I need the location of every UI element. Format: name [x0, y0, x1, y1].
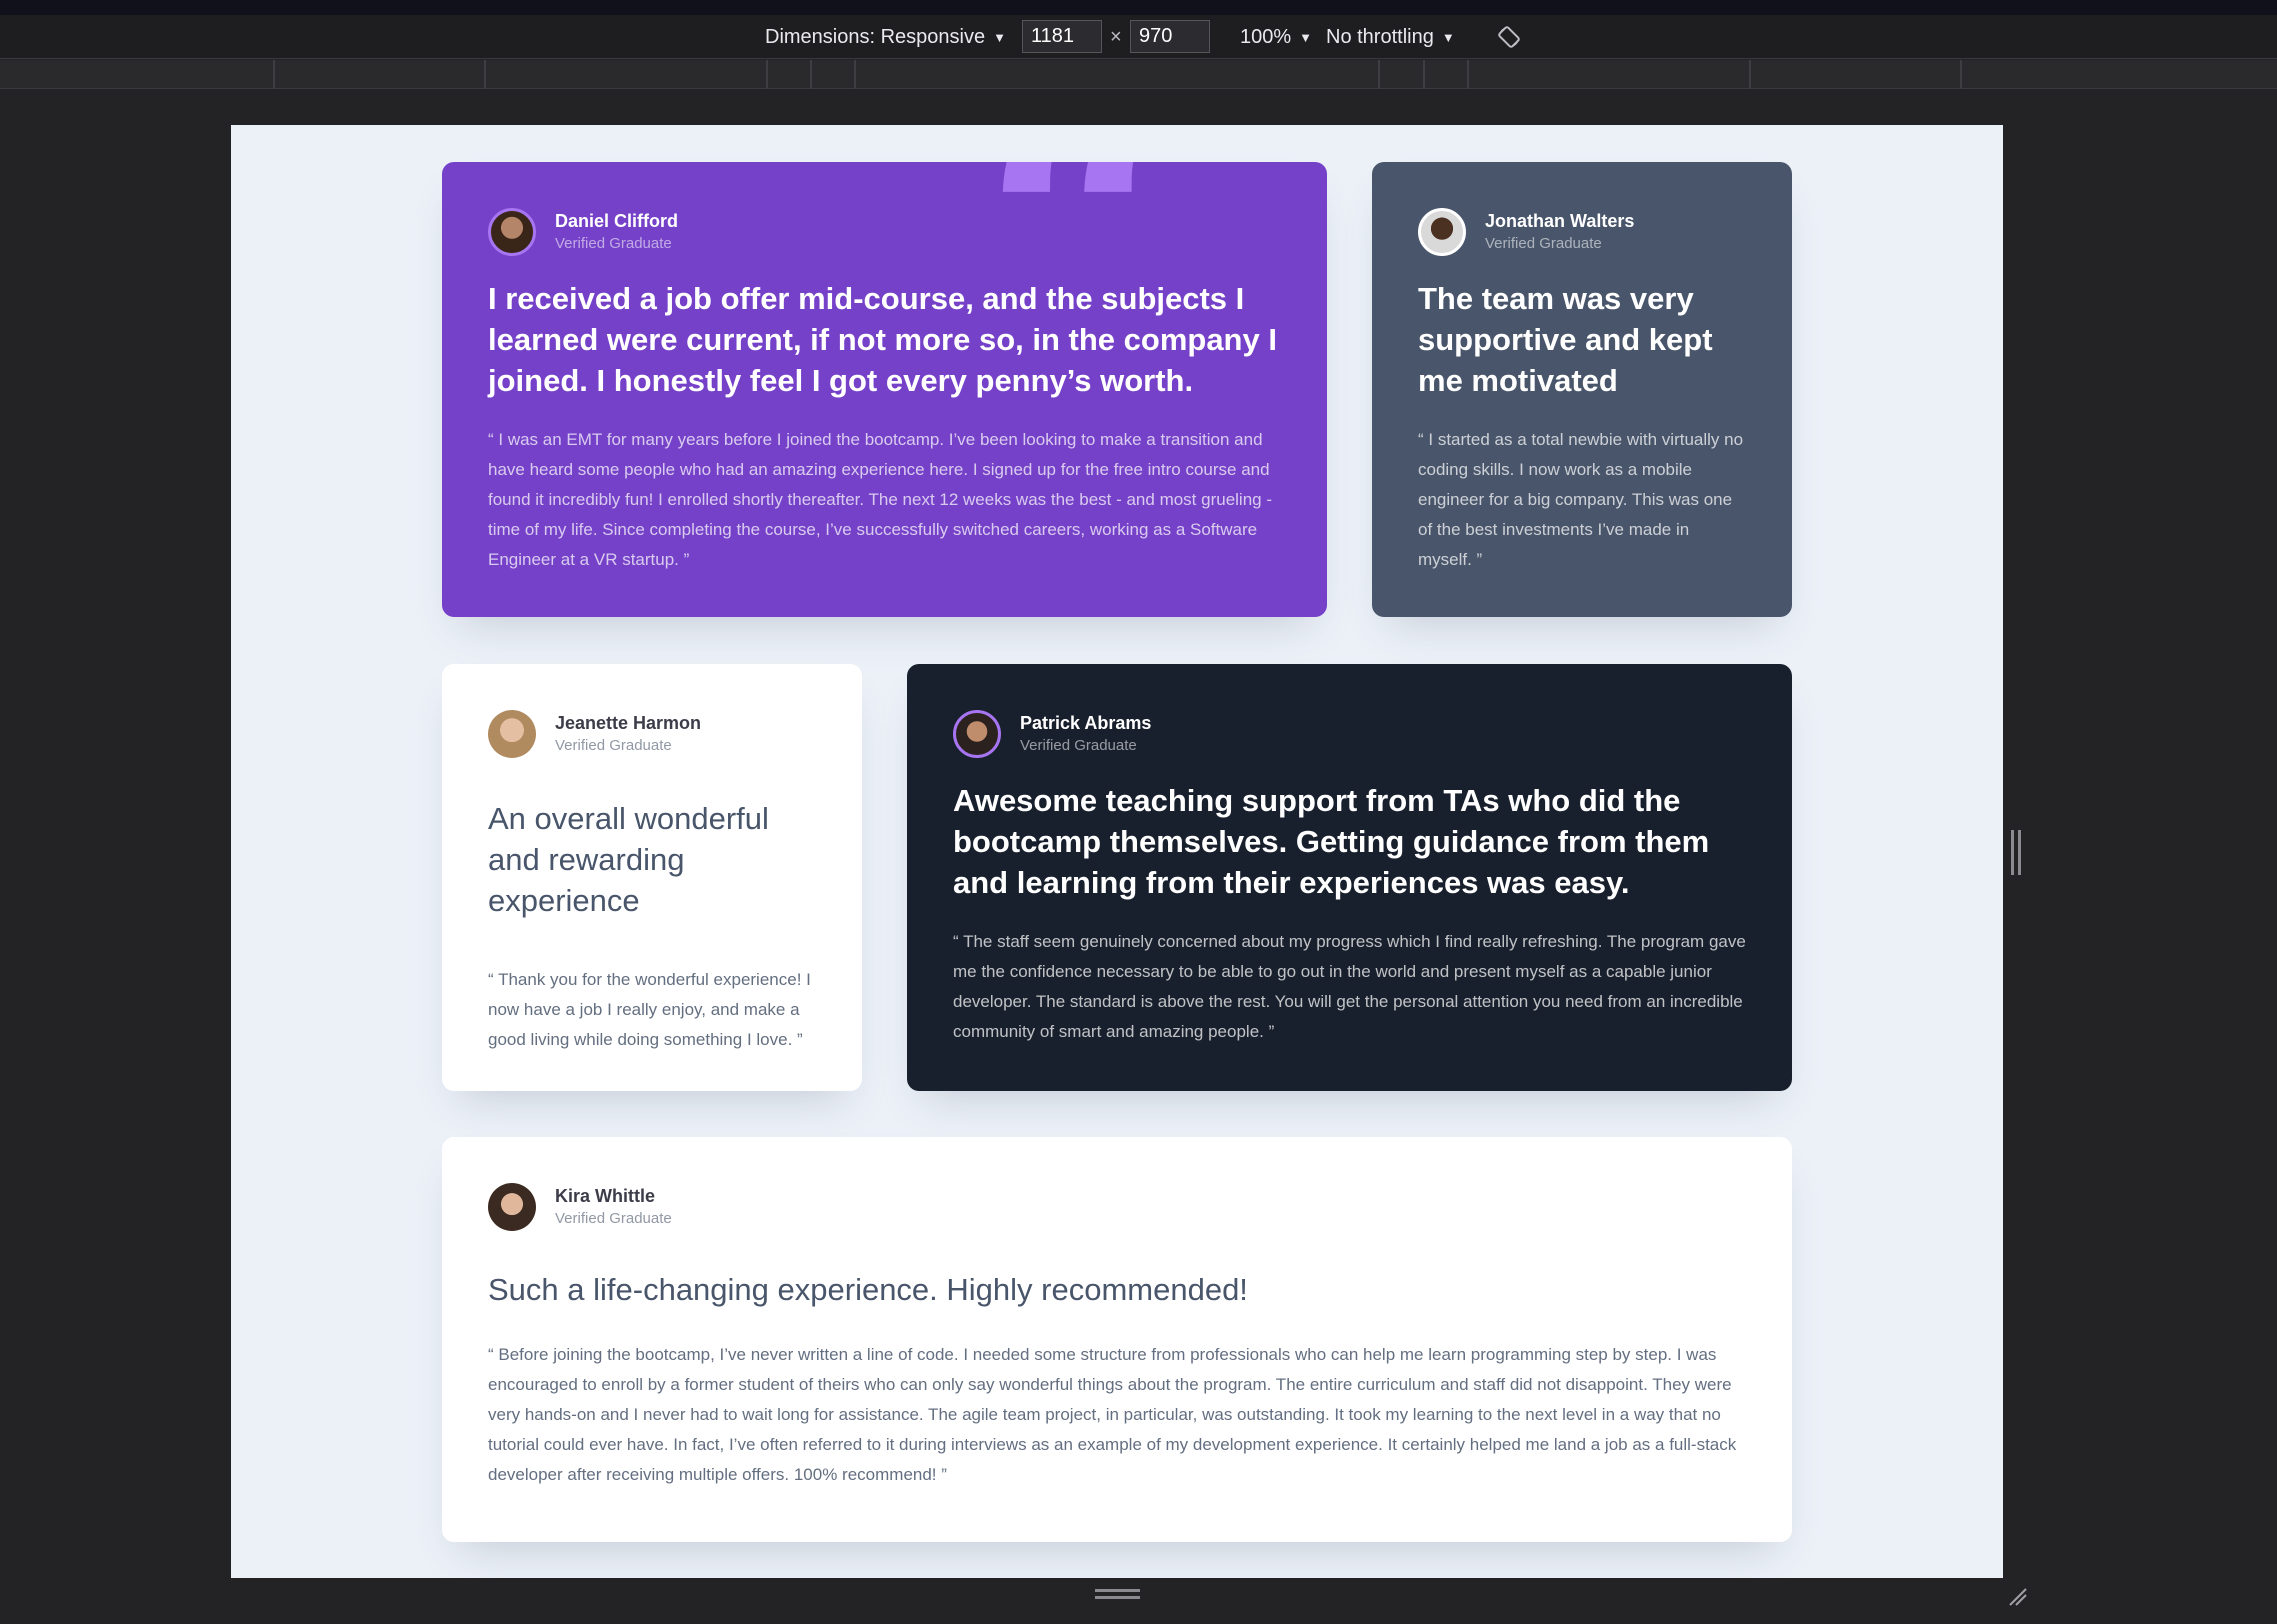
person-name: Jonathan Walters: [1485, 211, 1635, 231]
testimonial-card-daniel: “ Daniel Clifford Verified Graduate I re…: [442, 162, 1327, 617]
testimonial-card-patrick: Patrick Abrams Verified Graduate Awesome…: [907, 664, 1792, 1091]
avatar: [953, 710, 1001, 758]
testimonial-body: “ The staff seem genuinely concerned abo…: [953, 932, 1746, 1041]
times-sign: ×: [1110, 25, 1122, 48]
zoom-dropdown[interactable]: 100% ▼: [1240, 15, 1312, 59]
testimonial-card-kira: Kira Whittle Verified Graduate Such a li…: [442, 1137, 1792, 1542]
testimonial-body: “ Before joining the bootcamp, I’ve neve…: [488, 1345, 1737, 1484]
person-header: Jonathan Walters Verified Graduate: [1418, 208, 1746, 256]
person-header: Jeanette Harmon Verified Graduate: [488, 710, 816, 758]
testimonial-body: “ I was an EMT for many years before I j…: [488, 430, 1273, 569]
viewport-width-input[interactable]: [1022, 20, 1102, 53]
ruler-mark: [810, 60, 812, 89]
viewport-resize-handle-right[interactable]: [2009, 830, 2024, 875]
chevron-down-icon: ▼: [993, 29, 1006, 45]
ruler-mark: [854, 60, 856, 89]
ruler-mark: [1467, 60, 1469, 89]
person-role: Verified Graduate: [1485, 235, 1602, 252]
dimensions-label: Dimensions: Responsive: [765, 25, 986, 48]
media-query-ruler[interactable]: [0, 60, 2277, 89]
person-role: Verified Graduate: [555, 737, 672, 754]
rotate-icon[interactable]: [1497, 25, 1521, 49]
ruler-mark: [1960, 60, 1962, 89]
testimonial-body: “ Thank you for the wonderful experience…: [488, 970, 811, 1049]
zoom-label: 100%: [1240, 25, 1292, 48]
testimonial-card-jonathan: Jonathan Walters Verified Graduate The t…: [1372, 162, 1792, 617]
avatar: [1418, 208, 1466, 256]
testimonial-body: “ I started as a total newbie with virtu…: [1418, 430, 1744, 569]
testimonial-headline: Awesome teaching support from TAs who di…: [953, 783, 1710, 900]
avatar: [488, 1183, 536, 1231]
chevron-down-icon: ▼: [1299, 29, 1313, 45]
page-viewport: “ Daniel Clifford Verified Graduate I re…: [231, 125, 2003, 1578]
person-role: Verified Graduate: [555, 235, 672, 252]
chevron-down-icon: ▼: [1441, 29, 1455, 45]
person-header: Patrick Abrams Verified Graduate: [953, 710, 1746, 758]
testimonial-headline: Such a life-changing experience. Highly …: [488, 1272, 1248, 1307]
ruler-mark: [1423, 60, 1425, 89]
ruler-mark: [273, 60, 275, 89]
person-role: Verified Graduate: [1020, 737, 1137, 754]
testimonial-headline: The team was very supportive and kept me…: [1418, 281, 1713, 398]
viewport-resize-handle-bottom[interactable]: [1095, 1589, 1140, 1601]
person-role: Verified Graduate: [555, 1210, 672, 1227]
person-name: Jeanette Harmon: [555, 713, 702, 733]
ruler-mark: [1749, 60, 1751, 89]
person-header: Kira Whittle Verified Graduate: [488, 1183, 1746, 1231]
person-name: Kira Whittle: [555, 1186, 656, 1206]
ruler-mark: [1378, 60, 1380, 89]
testimonial-headline: An overall wonderful and rewarding exper…: [488, 801, 769, 918]
person-header: Daniel Clifford Verified Graduate: [488, 208, 1281, 256]
throttling-dropdown[interactable]: No throttling ▼: [1326, 15, 1455, 59]
testimonial-headline: I received a job offer mid-course, and t…: [488, 281, 1277, 398]
throttle-label: No throttling: [1326, 25, 1434, 48]
window-top-strip: [0, 0, 2277, 15]
dimensions-dropdown[interactable]: Dimensions: Responsive ▼: [765, 15, 1006, 59]
resize-corner-icon[interactable]: [2006, 1585, 2028, 1607]
viewport-height-input[interactable]: [1130, 20, 1210, 53]
ruler-mark: [484, 60, 486, 89]
person-name: Patrick Abrams: [1020, 713, 1152, 733]
avatar: [488, 208, 536, 256]
testimonial-card-jeanette: Jeanette Harmon Verified Graduate An ove…: [442, 664, 862, 1091]
avatar: [488, 710, 536, 758]
person-name: Daniel Clifford: [555, 211, 679, 231]
device-toolbar: Dimensions: Responsive ▼ × 100% ▼ No thr…: [0, 15, 2277, 59]
ruler-mark: [766, 60, 768, 89]
